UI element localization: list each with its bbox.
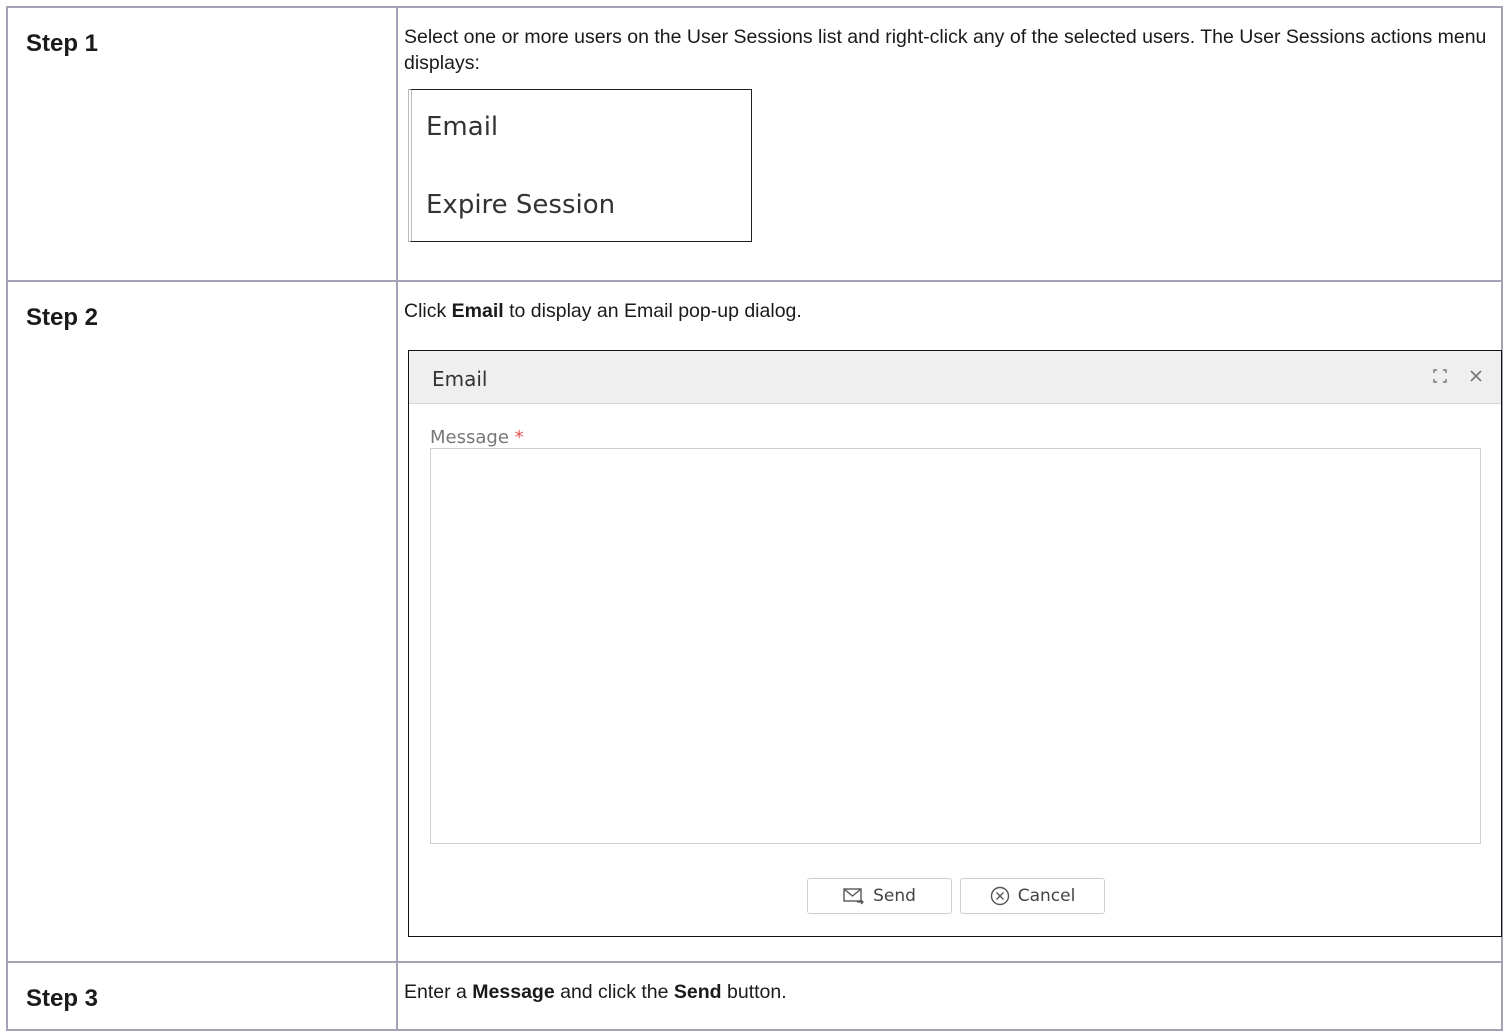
step-text-part: button. bbox=[721, 981, 787, 1003]
steps-table: Step 1 Select one or more users on the U… bbox=[6, 6, 1503, 1031]
user-sessions-actions-menu: Email Expire Session bbox=[408, 89, 752, 242]
menu-item-email[interactable]: Email bbox=[426, 114, 498, 140]
step-row-3: Step 3 Enter a Message and click the Sen… bbox=[6, 961, 1503, 1031]
step-text-bold: Email bbox=[451, 300, 504, 322]
dialog-title: Email bbox=[432, 367, 488, 391]
step-text: Enter a Message and click the Send butto… bbox=[404, 979, 1491, 1005]
message-textarea[interactable] bbox=[430, 448, 1481, 844]
message-label-text: Message bbox=[430, 427, 509, 448]
envelope-send-icon bbox=[843, 887, 865, 905]
step-label: Step 3 bbox=[26, 985, 99, 1012]
step-content: Click Email to display an Email pop-up d… bbox=[398, 282, 1502, 937]
cancel-label: Cancel bbox=[1017, 886, 1076, 906]
step-text-bold: Send bbox=[673, 981, 722, 1003]
step-text-bold: Message bbox=[472, 981, 555, 1003]
step-row-1: Step 1 Select one or more users on the U… bbox=[6, 6, 1503, 282]
step-content-cell: Enter a Message and click the Send butto… bbox=[396, 961, 1503, 1031]
step-label-cell: Step 2 bbox=[6, 280, 398, 963]
step-content-cell: Click Email to display an Email pop-up d… bbox=[396, 280, 1503, 963]
required-marker: * bbox=[514, 427, 524, 448]
cancel-button[interactable]: Cancel bbox=[960, 878, 1105, 914]
maximize-icon[interactable] bbox=[1429, 365, 1451, 387]
menu-item-expire-session[interactable]: Expire Session bbox=[426, 192, 615, 218]
close-icon[interactable] bbox=[1465, 365, 1487, 387]
step-row-2: Step 2 Click Email to display an Email p… bbox=[6, 280, 1503, 963]
step-label-cell: Step 1 bbox=[6, 6, 398, 282]
step-text-part: Click bbox=[404, 300, 452, 322]
step-content: Select one or more users on the User Ses… bbox=[398, 8, 1501, 242]
step-text-part: to display an Email pop-up dialog. bbox=[503, 300, 802, 322]
dialog-header: Email bbox=[409, 351, 1501, 404]
step-label-cell: Step 3 bbox=[6, 961, 398, 1031]
step-content: Enter a Message and click the Send butto… bbox=[398, 963, 1501, 1005]
step-text-part: Enter a bbox=[404, 981, 473, 1003]
email-dialog: Email Message * Send Cancel bbox=[408, 350, 1502, 937]
send-label: Send bbox=[873, 886, 916, 906]
step-text-part: and click the bbox=[554, 981, 674, 1003]
step-text: Click Email to display an Email pop-up d… bbox=[404, 298, 1491, 324]
circle-x-icon bbox=[990, 886, 1010, 906]
send-button[interactable]: Send bbox=[807, 878, 952, 914]
step-label: Step 1 bbox=[26, 30, 99, 57]
step-label: Step 2 bbox=[26, 304, 99, 331]
step-content-cell: Select one or more users on the User Ses… bbox=[396, 6, 1503, 282]
step-text: Select one or more users on the User Ses… bbox=[404, 26, 1487, 74]
